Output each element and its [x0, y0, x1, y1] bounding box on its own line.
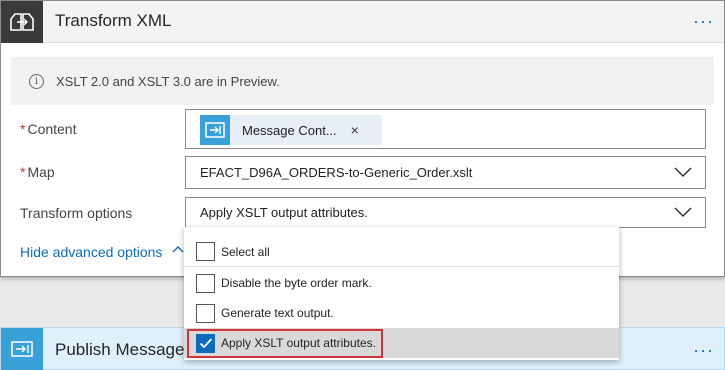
- publish-message-icon: [1, 328, 43, 370]
- dropdown-option-apply-xslt-attributes[interactable]: Apply XSLT output attributes.: [184, 328, 619, 358]
- chevron-down-icon[interactable]: [673, 204, 693, 220]
- dynamic-content-token[interactable]: Message Cont... ×: [200, 115, 382, 145]
- map-label: * Map: [20, 164, 55, 180]
- content-field[interactable]: Message Cont... ×: [185, 109, 706, 149]
- checkbox-checked[interactable]: [196, 333, 215, 353]
- transform-xml-icon: [1, 1, 43, 43]
- token-label: Message Cont...: [242, 122, 337, 138]
- dropdown-option-select-all[interactable]: Select all: [184, 237, 619, 267]
- hide-advanced-options-link[interactable]: Hide advanced options: [20, 244, 162, 260]
- option-label: Disable the byte order mark.: [221, 276, 372, 290]
- info-icon: i: [29, 73, 44, 89]
- more-options-icon[interactable]: ···: [693, 11, 714, 32]
- checkmark-icon: [199, 338, 212, 349]
- transform-options-label: Transform options: [20, 205, 133, 221]
- more-options-icon[interactable]: ···: [693, 340, 714, 361]
- card-header[interactable]: Transform XML ···: [1, 1, 724, 43]
- checkbox[interactable]: [196, 303, 215, 323]
- content-label: * Content: [20, 121, 77, 137]
- card-title: Publish Message: [55, 340, 185, 359]
- message-token-icon: [200, 115, 230, 145]
- chevron-up-icon[interactable]: [171, 242, 185, 256]
- required-marker: *: [20, 121, 26, 137]
- required-marker: *: [20, 164, 26, 180]
- transform-options-select[interactable]: Apply XSLT output attributes.: [185, 197, 706, 228]
- checkbox[interactable]: [196, 242, 215, 261]
- card-title: Transform XML: [55, 11, 172, 30]
- transform-options-dropdown: Select all Disable the byte order mark. …: [184, 227, 619, 360]
- option-label: Generate text output.: [221, 306, 334, 320]
- dropdown-option-text-output[interactable]: Generate text output.: [184, 298, 619, 328]
- info-text: XSLT 2.0 and XSLT 3.0 are in Preview.: [56, 73, 280, 89]
- checkbox[interactable]: [196, 273, 215, 293]
- dropdown-option-disable-bom[interactable]: Disable the byte order mark.: [184, 268, 619, 298]
- option-label: Apply XSLT output attributes.: [221, 336, 376, 350]
- preview-info-banner: i XSLT 2.0 and XSLT 3.0 are in Preview.: [11, 57, 714, 105]
- map-value: EFACT_D96A_ORDERS-to-Generic_Order.xslt: [200, 165, 473, 180]
- option-label: Select all: [221, 244, 270, 259]
- transform-options-value: Apply XSLT output attributes.: [200, 205, 368, 220]
- chevron-down-icon[interactable]: [673, 164, 693, 180]
- map-select[interactable]: EFACT_D96A_ORDERS-to-Generic_Order.xslt: [185, 156, 706, 189]
- remove-token-icon[interactable]: ×: [351, 122, 359, 138]
